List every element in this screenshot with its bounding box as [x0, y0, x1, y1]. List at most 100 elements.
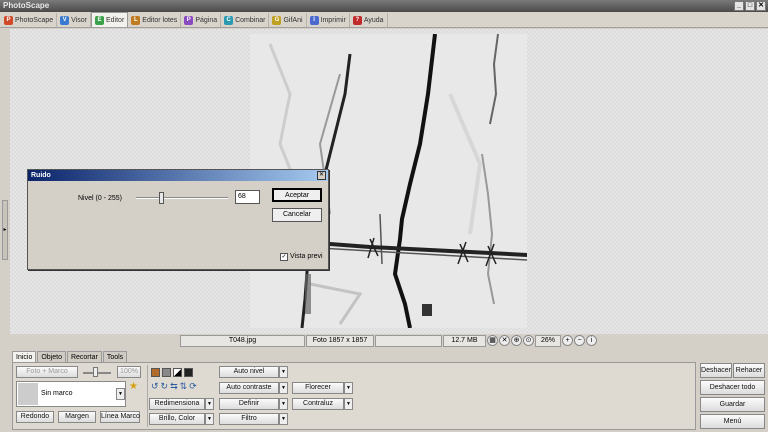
- tab-label: GifAni: [283, 16, 303, 24]
- transparency-icon[interactable]: ▦: [487, 335, 498, 346]
- quick-tools: [151, 368, 193, 377]
- checkmark-icon: ✓: [281, 254, 287, 260]
- margen-button[interactable]: Margen: [58, 411, 96, 423]
- tab-label: Editor: [105, 16, 125, 24]
- contraluz-button[interactable]: Contraluz: [292, 398, 344, 410]
- close-button[interactable]: ✕: [756, 1, 766, 11]
- filtro-button[interactable]: Filtro: [219, 413, 279, 425]
- maximize-button[interactable]: □: [745, 1, 755, 11]
- redo-button[interactable]: Rehacer: [733, 363, 765, 378]
- bw-icon[interactable]: [173, 368, 182, 377]
- bottom-toolbar: Inicio Objeto Recortar Tools Foto + Marco 1…: [0, 349, 768, 432]
- tab-visor[interactable]: V Visor: [57, 13, 91, 27]
- auto-nivel-arrow[interactable]: ▼: [279, 366, 288, 378]
- contraluz-arrow[interactable]: ▼: [344, 398, 353, 410]
- auto-contraste-button[interactable]: Auto contraste: [219, 382, 279, 394]
- home-panel: Foto + Marco 100% Sin marco ▼ ★ Redondo …: [12, 362, 696, 430]
- brillo-color-arrow[interactable]: ▼: [205, 413, 214, 425]
- tab-icon: L: [131, 15, 141, 25]
- tab-photoscape[interactable]: P PhotoScape: [1, 13, 58, 27]
- zoom-fit-icon[interactable]: ⊕: [511, 335, 522, 346]
- frame-select-value: Sin marco: [41, 390, 73, 397]
- zoom-in-icon[interactable]: +: [562, 335, 573, 346]
- redimensiona-button[interactable]: Redimensiona: [149, 398, 205, 410]
- flip-h-icon[interactable]: ⇆: [170, 381, 178, 392]
- rotate-left-icon[interactable]: ↺: [151, 381, 159, 392]
- app-title: PhotoScape: [3, 1, 50, 10]
- redimensiona-arrow[interactable]: ▼: [205, 398, 214, 410]
- zoom-out-icon[interactable]: −: [574, 335, 585, 346]
- tab-icon: E: [94, 15, 104, 25]
- status-bar: T048.jpg Foto 1857 x 1857 12.7 MB ▦ ✕ ⊕ …: [180, 335, 600, 347]
- preview-label: Vista previ: [290, 253, 323, 260]
- main-tab-bar: P PhotoScape V Visor E Editor L Editor lotes P Pá…: [0, 12, 768, 28]
- level-label: Nivel (0 - 255): [78, 195, 122, 202]
- bottom-tab-objeto[interactable]: Objeto: [37, 351, 66, 362]
- zoom-actual-icon[interactable]: ⊙: [523, 335, 534, 346]
- status-filename: T048.jpg: [180, 335, 305, 347]
- frame-select[interactable]: Sin marco: [16, 381, 126, 407]
- status-empty: [375, 335, 442, 347]
- info-icon[interactable]: i: [586, 335, 597, 346]
- frame-dropdown-arrow[interactable]: ▼: [116, 388, 125, 400]
- level-slider-track: [136, 197, 228, 199]
- tab-editor-lotes[interactable]: L Editor lotes: [128, 13, 182, 27]
- level-input[interactable]: 68: [235, 190, 260, 204]
- tab-icon: ?: [352, 15, 362, 25]
- left-panel-toggle[interactable]: ▸: [2, 200, 8, 260]
- preview-checkbox[interactable]: ✓: [280, 253, 288, 261]
- tab-página[interactable]: P Página: [181, 13, 222, 27]
- dialog-title: Ruido: [28, 170, 328, 181]
- tab-icon: V: [60, 15, 70, 25]
- tab-icon: P: [184, 15, 194, 25]
- menu-button[interactable]: Menú: [700, 414, 765, 429]
- tab-label: Visor: [71, 16, 87, 24]
- tab-gifani[interactable]: G GifAni: [269, 13, 307, 27]
- tab-ayuda[interactable]: ? Ayuda: [350, 13, 388, 27]
- foto-marco-button[interactable]: Foto + Marco: [16, 366, 78, 378]
- save-button[interactable]: Guardar: [700, 397, 765, 412]
- zoom-level: 26%: [535, 335, 561, 347]
- frame-slider-thumb[interactable]: [93, 367, 98, 377]
- bottom-tab-tools[interactable]: Tools: [102, 351, 128, 362]
- redondo-button[interactable]: Redondo: [16, 411, 54, 423]
- grayscale-icon[interactable]: [162, 368, 171, 377]
- filtro-arrow[interactable]: ▼: [279, 413, 288, 425]
- level-slider[interactable]: [136, 192, 228, 204]
- florecer-button[interactable]: Florecer: [292, 382, 344, 394]
- rotate-free-icon[interactable]: ⟳: [189, 381, 197, 392]
- title-bar: PhotoScape _ □ ✕: [0, 0, 768, 12]
- bottom-tab-inicio[interactable]: Inicio: [12, 351, 37, 362]
- star-icon[interactable]: ★: [129, 381, 138, 392]
- definir-arrow[interactable]: ▼: [279, 398, 288, 410]
- undo-all-button[interactable]: Deshacer todo: [700, 380, 765, 395]
- tab-combinar[interactable]: C Combinar: [221, 13, 270, 27]
- minimize-button[interactable]: _: [734, 1, 744, 11]
- rotate-tools: ↺ ↻ ⇆ ⇅ ⟳: [151, 381, 197, 392]
- definir-button[interactable]: Definir: [219, 398, 279, 410]
- sepia-icon[interactable]: [151, 368, 160, 377]
- tab-icon: I: [309, 15, 319, 25]
- negative-icon[interactable]: [184, 368, 193, 377]
- divider: [147, 365, 148, 427]
- percent-field[interactable]: 100%: [117, 366, 141, 378]
- cancel-button[interactable]: Cancelar: [272, 208, 322, 222]
- tab-label: Editor lotes: [142, 16, 178, 24]
- tab-editor[interactable]: E Editor: [90, 12, 129, 27]
- brillo-color-button[interactable]: Brillo, Color: [149, 413, 205, 425]
- tab-imprimir[interactable]: I Imprimir: [307, 13, 350, 27]
- accept-button[interactable]: Aceptar: [272, 188, 322, 202]
- dialog-close-button[interactable]: ✕: [317, 171, 326, 180]
- noise-dialog: Ruido ✕ Nivel (0 - 255) 68 Aceptar Cance…: [27, 169, 329, 270]
- linea-marco-button[interactable]: Línea Marco: [100, 411, 140, 423]
- bottom-tab-recortar[interactable]: Recortar: [66, 351, 102, 362]
- level-slider-thumb[interactable]: [159, 192, 164, 204]
- undo-button[interactable]: Deshacer: [700, 363, 732, 378]
- rotate-right-icon[interactable]: ↻: [161, 381, 169, 392]
- fit-icon[interactable]: ✕: [499, 335, 510, 346]
- flip-v-icon[interactable]: ⇅: [180, 381, 188, 392]
- auto-nivel-button[interactable]: Auto nivel: [219, 366, 279, 378]
- florecer-arrow[interactable]: ▼: [344, 382, 353, 394]
- auto-contraste-arrow[interactable]: ▼: [279, 382, 288, 394]
- tab-label: Ayuda: [363, 16, 384, 24]
